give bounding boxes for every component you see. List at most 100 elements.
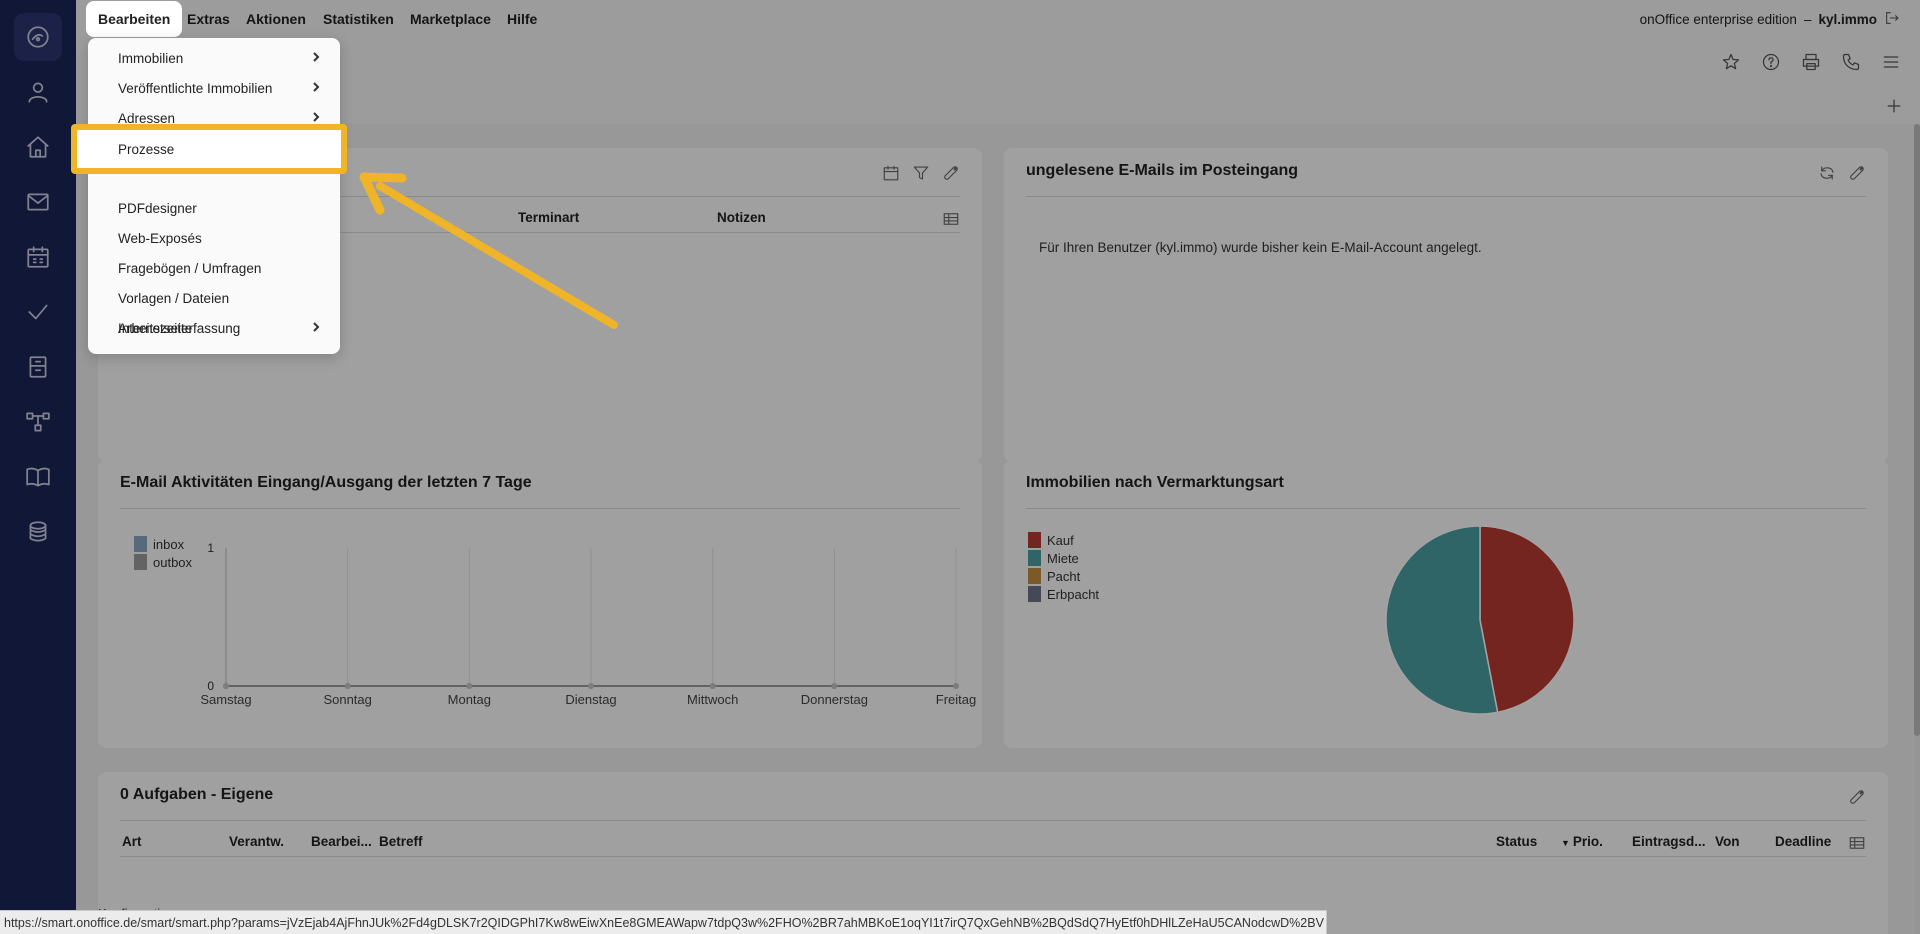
dropdown-item-label: Fragebögen / Umfragen — [118, 260, 262, 276]
table-settings-icon[interactable] — [942, 210, 960, 233]
column-eintragsdatum[interactable]: Eintragsd... — [1632, 834, 1706, 849]
bearbeiten-dropdown: Immobilien Veröffentlichte Immobilien Ad… — [88, 38, 340, 354]
edition-label: onOffice enterprise edition — [1639, 11, 1797, 27]
divider — [120, 820, 1866, 821]
column-notizen[interactable]: Notizen — [717, 210, 766, 225]
property-pie-chart — [1385, 525, 1575, 715]
menu-bar: Bearbeiten Extras Aktionen Statistiken M… — [76, 0, 1920, 40]
home-icon[interactable] — [14, 123, 62, 171]
menu-extras[interactable]: Extras — [187, 0, 230, 38]
dashboard-icon[interactable] — [14, 13, 62, 61]
tutorial-arrow — [359, 172, 618, 329]
y-tick-label: 0 — [207, 679, 214, 693]
chevron-right-icon — [310, 111, 322, 123]
pie-slice-kauf — [1479, 525, 1575, 714]
divider — [1026, 196, 1866, 197]
column-bearbeiter[interactable]: Bearbei... — [311, 834, 372, 849]
wrench-icon[interactable] — [942, 164, 960, 187]
data-point-outbox — [223, 683, 229, 689]
property-card: Immobilien nach Vermarktungsart Kauf Mie… — [1004, 460, 1888, 748]
x-tick-label: Dienstag — [565, 692, 616, 707]
dropdown-item-immobilien[interactable]: Immobilien — [88, 44, 340, 72]
x-tick-label: Freitag — [936, 692, 976, 707]
toolbar — [76, 40, 1920, 124]
wrench-icon[interactable] — [1848, 164, 1866, 187]
user-area: onOffice enterprise edition – kyl.immo — [1640, 0, 1900, 38]
divider — [120, 856, 1866, 857]
column-art[interactable]: Art — [122, 834, 142, 849]
chevron-right-icon — [310, 81, 322, 93]
user-icon[interactable] — [14, 68, 62, 116]
dropdown-item-label: Veröffentlichte Immobilien — [118, 80, 273, 96]
chevron-right-icon — [310, 51, 322, 63]
filter-icon[interactable] — [912, 164, 930, 187]
status-bar-url: https://smart.onoffice.de/smart/smart.ph… — [0, 910, 1327, 934]
dropdown-item-veroeffentlichte-immobilien[interactable]: Veröffentlichte Immobilien — [88, 74, 340, 102]
dropdown-item-internetseite[interactable]: Internetseite — [88, 314, 340, 342]
dropdown-item-label: Prozesse — [118, 142, 175, 157]
menu-hilfe[interactable]: Hilfe — [507, 0, 537, 38]
dropdown-item-label: Internetseite — [118, 320, 193, 336]
menu-statistiken[interactable]: Statistiken — [323, 0, 394, 38]
card-title: ungelesene E-Mails im Posteingang — [1026, 162, 1299, 179]
x-tick-label: Sonntag — [323, 692, 371, 707]
data-point-outbox — [344, 683, 351, 689]
book-icon[interactable] — [14, 453, 62, 501]
dropdown-item-vorlagen[interactable]: Vorlagen / Dateien — [88, 284, 340, 312]
dropdown-item-label: Immobilien — [118, 50, 184, 66]
add-tab-icon[interactable] — [1884, 96, 1904, 116]
check-icon[interactable] — [14, 288, 62, 336]
username[interactable]: kyl.immo — [1818, 12, 1877, 27]
card-title: 0 Aufgaben - Eigene — [120, 786, 274, 803]
mail-icon[interactable] — [14, 178, 62, 226]
x-tick-label: Samstag — [200, 692, 251, 707]
y-tick-label: 1 — [207, 541, 214, 555]
menu-bearbeiten-active[interactable]: Bearbeiten — [86, 1, 183, 37]
column-prio[interactable]: ▼ Prio. — [1561, 834, 1603, 849]
column-von[interactable]: Von — [1715, 834, 1740, 849]
column-prio-label: Prio. — [1572, 834, 1603, 849]
phone-icon[interactable] — [1841, 52, 1861, 72]
dropdown-item-prozesse[interactable]: Prozesse — [71, 124, 347, 174]
archive-icon[interactable] — [14, 343, 62, 391]
card-tools — [1848, 788, 1866, 811]
sidebar — [0, 0, 76, 934]
process-icon[interactable] — [14, 398, 62, 446]
print-icon[interactable] — [1801, 52, 1821, 72]
sort-desc-icon: ▼ — [1561, 838, 1570, 848]
x-tick-label: Donnerstag — [801, 692, 868, 707]
chevron-right-icon — [310, 321, 322, 333]
dropdown-item-pdfdesigner[interactable]: PDFdesigner — [88, 194, 340, 222]
dropdown-item-label: Web-Exposés — [118, 230, 202, 246]
x-tick-label: Montag — [448, 692, 491, 707]
separator: – — [1803, 11, 1812, 27]
table-settings-icon[interactable] — [1848, 834, 1866, 857]
column-betreff[interactable]: Betreff — [379, 834, 423, 849]
dropdown-item-web-exposes[interactable]: Web-Exposés — [88, 224, 340, 252]
menu-marketplace[interactable]: Marketplace — [410, 0, 491, 38]
no-email-account-message: Für Ihren Benutzer (kyl.immo) wurde bish… — [1039, 240, 1482, 255]
calendar-icon[interactable] — [14, 233, 62, 281]
dropdown-item-label: Vorlagen / Dateien — [118, 290, 230, 306]
column-deadline[interactable]: Deadline — [1775, 834, 1831, 849]
column-verantw[interactable]: Verantw. — [229, 834, 284, 849]
logout-icon[interactable] — [1884, 10, 1900, 29]
help-icon[interactable] — [1761, 52, 1781, 72]
column-status[interactable]: Status — [1496, 834, 1537, 849]
emails-card: ungelesene E-Mails im Posteingang Für Ih… — [1004, 148, 1888, 462]
hamburger-menu-icon[interactable] — [1881, 52, 1901, 72]
database-icon[interactable] — [14, 508, 62, 556]
data-point-outbox — [831, 683, 838, 689]
scrollbar[interactable] — [1914, 124, 1920, 736]
calendar-icon[interactable] — [882, 164, 900, 187]
x-tick-label: Mittwoch — [687, 692, 738, 707]
wrench-icon[interactable] — [1848, 788, 1866, 811]
card-tools — [1818, 164, 1866, 187]
card-tools — [882, 164, 960, 187]
email-activity-card: E-Mail Aktivitäten Eingang/Ausgang der l… — [98, 460, 982, 748]
data-point-outbox — [466, 683, 473, 689]
dropdown-item-frageboegen[interactable]: Fragebögen / Umfragen — [88, 254, 340, 282]
refresh-icon[interactable] — [1818, 164, 1836, 187]
menu-aktionen[interactable]: Aktionen — [246, 0, 306, 38]
star-icon[interactable] — [1721, 52, 1741, 72]
